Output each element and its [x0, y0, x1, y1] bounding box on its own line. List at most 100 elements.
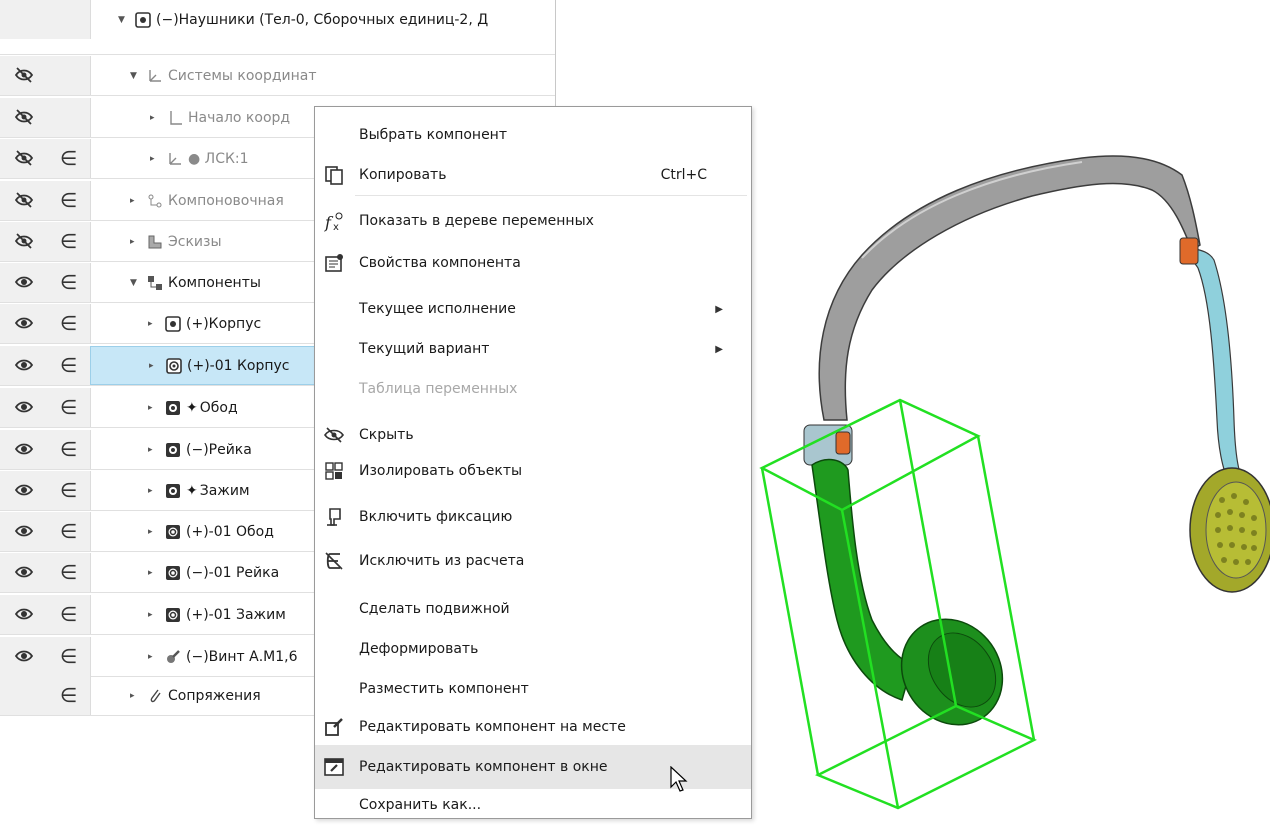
- visibility-cell[interactable]: [0, 56, 49, 95]
- calculation-cell[interactable]: [48, 0, 91, 39]
- visibility-cell[interactable]: [0, 139, 49, 178]
- visibility-cell[interactable]: [0, 0, 49, 39]
- menu-item[interactable]: Исключить из расчета: [315, 539, 751, 583]
- calculation-cell[interactable]: ∈: [48, 430, 91, 469]
- calculation-cell[interactable]: ∈: [48, 512, 91, 551]
- expand-arrow-icon[interactable]: ▸: [130, 691, 140, 701]
- include-in-calc-icon[interactable]: ∈: [60, 270, 77, 294]
- eye-icon[interactable]: [14, 313, 34, 338]
- expand-arrow-icon[interactable]: ▸: [148, 568, 158, 578]
- include-in-calc-icon[interactable]: ∈: [60, 602, 77, 626]
- calculation-cell[interactable]: ∈: [48, 637, 91, 676]
- calculation-cell[interactable]: ∈: [48, 263, 91, 302]
- include-in-calc-icon[interactable]: ∈: [60, 519, 77, 543]
- eye-hidden-icon[interactable]: [14, 107, 34, 132]
- calculation-cell[interactable]: ∈: [48, 676, 91, 715]
- visibility-cell[interactable]: [0, 181, 49, 220]
- expand-arrow-icon[interactable]: ▸: [148, 652, 158, 662]
- include-in-calc-icon[interactable]: ∈: [60, 229, 77, 253]
- calculation-cell[interactable]: [48, 98, 91, 137]
- eye-icon[interactable]: [14, 521, 34, 546]
- eye-hidden-icon[interactable]: [14, 65, 34, 90]
- menu-item[interactable]: Редактировать компонент на месте: [315, 705, 751, 749]
- menu-item[interactable]: Копировать Ctrl+C: [315, 153, 751, 197]
- eye-icon[interactable]: [14, 562, 34, 587]
- include-in-calc-icon[interactable]: ∈: [60, 395, 77, 419]
- menu-item[interactable]: Выбрать компонент: [315, 113, 751, 157]
- include-in-calc-icon[interactable]: ∈: [60, 437, 77, 461]
- headband[interactable]: [818, 155, 1201, 421]
- tree-row[interactable]: ▼ (−)Наушники (Тел-0, Сборочных единиц-2,…: [0, 0, 555, 55]
- visibility-cell[interactable]: [0, 553, 49, 592]
- tree-node[interactable]: ▼ Системы координат: [90, 56, 555, 95]
- eye-icon[interactable]: [14, 439, 34, 464]
- expand-arrow-icon[interactable]: ▸: [148, 527, 158, 537]
- visibility-cell[interactable]: [0, 388, 49, 427]
- visibility-cell[interactable]: [0, 222, 49, 261]
- expand-arrow-icon[interactable]: ▸: [130, 196, 140, 206]
- 3d-viewport[interactable]: [752, 0, 1270, 819]
- eye-hidden-icon[interactable]: [14, 148, 34, 173]
- tree-row[interactable]: ▼ Системы координат: [0, 56, 555, 96]
- expand-arrow-icon[interactable]: ▸: [148, 486, 158, 496]
- selected-component[interactable]: [811, 458, 913, 701]
- eye-icon[interactable]: [14, 272, 34, 297]
- calculation-cell[interactable]: ∈: [48, 595, 91, 634]
- eye-icon[interactable]: [14, 480, 34, 505]
- expand-arrow-icon[interactable]: ▸: [130, 237, 140, 247]
- expand-arrow-icon[interactable]: ▸: [148, 319, 158, 329]
- calculation-cell[interactable]: ∈: [48, 181, 91, 220]
- expand-arrow-icon[interactable]: ▸: [148, 610, 158, 620]
- eye-icon[interactable]: [14, 646, 34, 671]
- visibility-cell[interactable]: [0, 98, 49, 137]
- include-in-calc-icon[interactable]: ∈: [60, 683, 77, 707]
- include-in-calc-icon[interactable]: ∈: [60, 560, 77, 584]
- expand-arrow-icon[interactable]: ▸: [149, 361, 159, 371]
- visibility-cell[interactable]: [0, 346, 49, 385]
- eye-icon[interactable]: [14, 604, 34, 629]
- include-in-calc-icon[interactable]: ∈: [60, 146, 77, 170]
- expand-arrow-icon[interactable]: ▸: [150, 113, 160, 123]
- calculation-cell[interactable]: ∈: [48, 346, 91, 385]
- eye-icon[interactable]: [14, 355, 34, 380]
- menu-item[interactable]: Свойства компонента: [315, 241, 751, 285]
- menu-item[interactable]: Деформировать: [315, 627, 751, 671]
- tree-node[interactable]: ▼ (−)Наушники (Тел-0, Сборочных единиц-2,…: [90, 0, 555, 39]
- menu-item[interactable]: f x Показать в дереве переменных: [315, 199, 751, 243]
- visibility-cell[interactable]: [0, 637, 49, 676]
- expand-arrow-icon[interactable]: ▸: [148, 445, 158, 455]
- right-arm[interactable]: [1181, 243, 1243, 485]
- visibility-cell[interactable]: [0, 263, 49, 302]
- expand-arrow-icon[interactable]: ▸: [150, 154, 160, 164]
- expand-arrow-icon[interactable]: ▸: [148, 403, 158, 413]
- calculation-cell[interactable]: ∈: [48, 553, 91, 592]
- include-in-calc-icon[interactable]: ∈: [60, 644, 77, 668]
- include-in-calc-icon[interactable]: ∈: [60, 188, 77, 212]
- eye-hidden-icon[interactable]: [14, 190, 34, 215]
- calculation-cell[interactable]: ∈: [48, 388, 91, 427]
- menu-item[interactable]: Текущий вариант ▶: [315, 327, 751, 371]
- collapse-arrow-icon[interactable]: ▼: [130, 71, 140, 81]
- eye-hidden-icon[interactable]: [14, 231, 34, 256]
- menu-item[interactable]: Сделать подвижной: [315, 587, 751, 631]
- calculation-cell[interactable]: ∈: [48, 304, 91, 343]
- visibility-cell[interactable]: [0, 471, 49, 510]
- visibility-cell[interactable]: [0, 595, 49, 634]
- visibility-cell[interactable]: [0, 512, 49, 551]
- menu-item[interactable]: Включить фиксацию: [315, 495, 751, 539]
- collapse-arrow-icon[interactable]: ▼: [130, 278, 140, 288]
- calculation-cell[interactable]: ∈: [48, 139, 91, 178]
- visibility-cell[interactable]: [0, 304, 49, 343]
- menu-item[interactable]: Изолировать объекты: [315, 449, 751, 493]
- collapse-arrow-icon[interactable]: ▼: [118, 15, 128, 25]
- include-in-calc-icon[interactable]: ∈: [60, 478, 77, 502]
- headphones-model[interactable]: [752, 0, 1270, 819]
- include-in-calc-icon[interactable]: ∈: [60, 353, 77, 377]
- calculation-cell[interactable]: ∈: [48, 222, 91, 261]
- include-in-calc-icon[interactable]: ∈: [60, 311, 77, 335]
- visibility-cell[interactable]: [0, 430, 49, 469]
- visibility-cell[interactable]: [0, 676, 49, 715]
- calculation-cell[interactable]: [48, 56, 91, 95]
- calculation-cell[interactable]: ∈: [48, 471, 91, 510]
- eye-icon[interactable]: [14, 397, 34, 422]
